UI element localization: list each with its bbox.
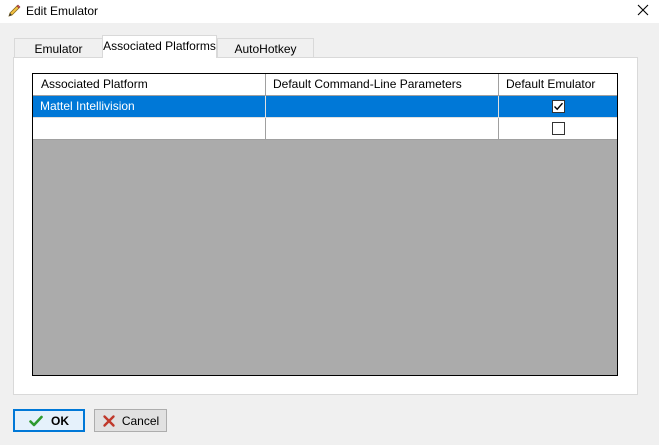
column-header-associated-platform[interactable]: Associated Platform — [33, 74, 266, 96]
ok-label: OK — [51, 413, 69, 428]
cancel-label: Cancel — [121, 413, 160, 428]
parameters-cell[interactable] — [266, 96, 499, 118]
tab-label: Associated Platforms — [103, 39, 216, 53]
check-icon — [29, 414, 43, 428]
close-icon — [637, 4, 649, 19]
default-emulator-cell — [499, 118, 617, 140]
table-row[interactable] — [33, 118, 617, 140]
platforms-grid[interactable]: Associated Platform Default Command-Line… — [32, 73, 618, 376]
default-emulator-checkbox[interactable] — [551, 122, 565, 135]
x-icon — [102, 414, 116, 428]
platform-cell[interactable] — [33, 118, 266, 140]
ok-button[interactable]: OK — [13, 409, 85, 432]
grid-header-row: Associated Platform Default Command-Line… — [33, 74, 617, 96]
close-button[interactable] — [626, 0, 659, 23]
default-emulator-cell — [499, 96, 617, 118]
platform-cell[interactable]: Mattel Intellivision — [33, 96, 266, 118]
default-emulator-checkbox[interactable] — [551, 100, 565, 113]
checkmark-icon — [553, 102, 563, 111]
window-title: Edit Emulator — [26, 4, 99, 18]
title-bar: Edit Emulator — [0, 0, 659, 23]
column-header-default-emulator[interactable]: Default Emulator — [499, 74, 617, 96]
tab-autohotkey-script[interactable]: AutoHotkey Script — [217, 38, 314, 70]
cancel-button[interactable]: Cancel — [94, 409, 167, 432]
tab-associated-platforms[interactable]: Associated Platforms — [102, 35, 217, 58]
tab-emulator-details[interactable]: Emulator Details — [14, 38, 103, 70]
column-header-default-parameters[interactable]: Default Command-Line Parameters — [266, 74, 499, 96]
table-row[interactable]: Mattel Intellivision — [33, 96, 617, 118]
pencil-icon — [6, 3, 22, 19]
parameters-cell[interactable] — [266, 118, 499, 140]
